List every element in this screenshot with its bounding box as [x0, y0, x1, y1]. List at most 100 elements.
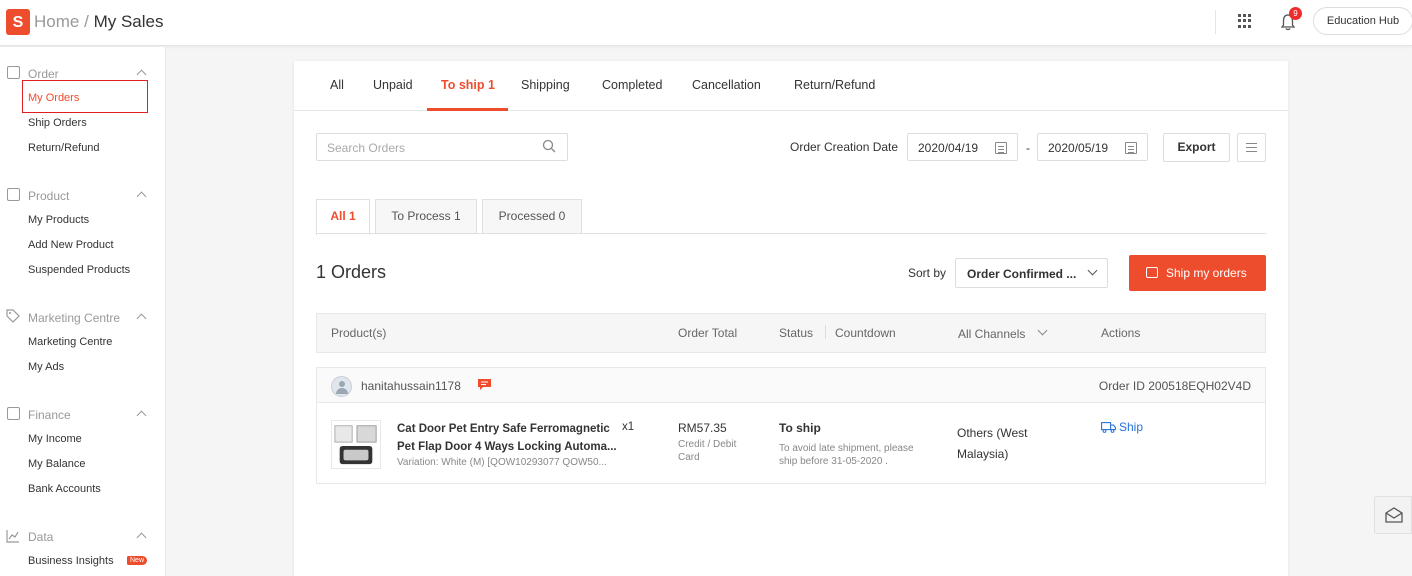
date-to-value: 2020/05/19: [1048, 141, 1109, 155]
search-icon[interactable]: [542, 139, 556, 153]
tag-icon: [6, 309, 20, 323]
sidebar-item-my-products[interactable]: My Products: [28, 214, 89, 226]
subtab-all[interactable]: All 1: [316, 199, 370, 235]
sidebar-section-finance[interactable]: Finance: [28, 408, 71, 422]
export-button[interactable]: Export: [1163, 133, 1230, 162]
apps-grid-icon[interactable]: [1238, 14, 1252, 28]
tab-to-ship[interactable]: To ship 1: [441, 78, 495, 92]
channels-filter[interactable]: All Channels: [958, 327, 1025, 341]
product-variation: Variation: White (M) [QOW10293077 QOW50.…: [397, 457, 607, 468]
tab-return-refund[interactable]: Return/Refund: [794, 78, 875, 92]
list-menu-button[interactable]: [1237, 133, 1266, 162]
product-name[interactable]: Cat Door Pet Entry Safe Ferromagnetic Pe…: [397, 420, 625, 456]
notification-badge: 9: [1289, 7, 1302, 20]
breadcrumb-separator: /: [84, 12, 89, 31]
sort-value: Order Confirmed ...: [967, 267, 1077, 281]
order-icon: [7, 66, 20, 79]
chevron-down-icon[interactable]: [1037, 325, 1048, 336]
sidebar: Order My Orders Ship Orders Return/Refun…: [0, 47, 166, 576]
shopee-logo[interactable]: S: [6, 9, 30, 35]
product-icon: [7, 188, 20, 201]
sidebar-section-marketing[interactable]: Marketing Centre: [28, 311, 120, 325]
orders-count: 1 Orders: [316, 262, 387, 282]
order-status: To ship: [779, 421, 821, 435]
breadcrumb-current: My Sales: [93, 12, 164, 31]
header-divider: [1215, 10, 1216, 34]
sidebar-section-order[interactable]: Order: [28, 67, 59, 81]
date-separator: -: [1026, 141, 1030, 155]
date-to-input[interactable]: 2020/05/19: [1037, 133, 1148, 161]
breadcrumb-home[interactable]: Home: [34, 12, 79, 31]
subtab-processed[interactable]: Processed 0: [482, 199, 582, 234]
tab-all[interactable]: All: [330, 78, 344, 92]
tab-completed[interactable]: Completed: [602, 78, 662, 92]
ship-action-label: Ship: [1119, 420, 1144, 434]
sidebar-section-data[interactable]: Data: [28, 530, 53, 544]
date-from-input[interactable]: 2020/04/19: [907, 133, 1018, 161]
th-actions: Actions: [1101, 326, 1141, 340]
order-row: hanitahussain1178 Order ID 200518EQH02V4…: [316, 367, 1266, 484]
sidebar-section-product[interactable]: Product: [28, 189, 69, 203]
finance-icon: [7, 407, 20, 420]
product-name-line2: Pet Flap Door 4 Ways Locking Automa...: [397, 441, 617, 453]
order-header: hanitahussain1178 Order ID 200518EQH02V4…: [317, 368, 1265, 403]
education-hub-button[interactable]: Education Hub: [1313, 7, 1412, 35]
sort-select[interactable]: Order Confirmed ...: [955, 258, 1108, 288]
ship-action-link[interactable]: Ship: [1101, 420, 1143, 434]
sidebar-item-return-refund[interactable]: Return/Refund: [28, 142, 100, 154]
sidebar-item-suspended-products[interactable]: Suspended Products: [28, 264, 130, 276]
breadcrumb: Home / My Sales: [34, 12, 163, 32]
product-name-line1: Cat Door Pet Entry Safe Ferromagnetic: [397, 423, 610, 435]
sidebar-item-add-new-product[interactable]: Add New Product: [28, 239, 114, 251]
sidebar-item-business-insights[interactable]: Business Insights: [28, 555, 114, 567]
chevron-up-icon[interactable]: [136, 69, 147, 80]
date-filter-label: Order Creation Date: [790, 140, 899, 154]
tab-shipping[interactable]: Shipping: [521, 78, 570, 92]
sidebar-item-ship-orders[interactable]: Ship Orders: [28, 117, 87, 129]
sidebar-item-bank-accounts[interactable]: Bank Accounts: [28, 483, 101, 495]
ship-my-orders-button[interactable]: Ship my orders: [1129, 255, 1266, 291]
th-products: Product(s): [331, 326, 387, 340]
calendar-icon[interactable]: [995, 142, 1007, 154]
subtab-to-process[interactable]: To Process 1: [375, 199, 477, 234]
subtab-divider: [316, 233, 1266, 234]
tab-cancellation[interactable]: Cancellation: [692, 78, 761, 92]
sidebar-item-my-balance[interactable]: My Balance: [28, 458, 85, 470]
new-badge: New: [127, 556, 148, 565]
avatar[interactable]: [331, 376, 352, 397]
orders-table-header: Product(s) Order Total Status Countdown …: [316, 313, 1266, 353]
sidebar-item-marketing-centre[interactable]: Marketing Centre: [28, 336, 112, 348]
chart-icon: [6, 530, 19, 543]
th-countdown: Countdown: [835, 326, 896, 340]
tab-unpaid[interactable]: Unpaid: [373, 78, 413, 92]
chevron-up-icon[interactable]: [136, 532, 147, 543]
status-note: To avoid late shipment, please ship befo…: [779, 443, 914, 467]
header-divider: [825, 325, 826, 339]
messages-float-button[interactable]: [1374, 496, 1412, 534]
chevron-up-icon[interactable]: [136, 410, 147, 421]
search-input[interactable]: Search Orders: [316, 133, 568, 161]
orders-card: All Unpaid To ship 1 Shipping Completed …: [294, 61, 1288, 576]
chevron-up-icon[interactable]: [136, 191, 147, 202]
payment-method: Credit / Debit Card: [678, 439, 737, 463]
menu-icon: [1246, 143, 1257, 144]
sidebar-item-my-ads[interactable]: My Ads: [28, 361, 64, 373]
mail-icon: [1385, 507, 1403, 523]
sidebar-item-my-income[interactable]: My Income: [28, 433, 82, 445]
buyer-username[interactable]: hanitahussain1178: [361, 379, 461, 393]
chevron-up-icon[interactable]: [136, 313, 147, 324]
th-status: Status: [779, 326, 814, 340]
active-tab-underline: [427, 108, 508, 111]
product-thumbnail[interactable]: [331, 420, 381, 469]
chat-icon[interactable]: [477, 378, 492, 391]
product-quantity: x1: [622, 421, 635, 433]
th-order-total: Order Total: [678, 326, 738, 340]
chevron-down-icon: [1087, 265, 1098, 276]
date-from-value: 2020/04/19: [918, 141, 979, 155]
top-bar: S Home / My Sales 9 Education Hub: [0, 0, 1412, 46]
search-placeholder: Search Orders: [327, 141, 406, 155]
truck-icon: [1101, 422, 1116, 433]
active-item-highlight: [22, 80, 148, 113]
calendar-icon[interactable]: [1125, 142, 1137, 154]
ship-my-orders-label: Ship my orders: [1166, 266, 1247, 280]
